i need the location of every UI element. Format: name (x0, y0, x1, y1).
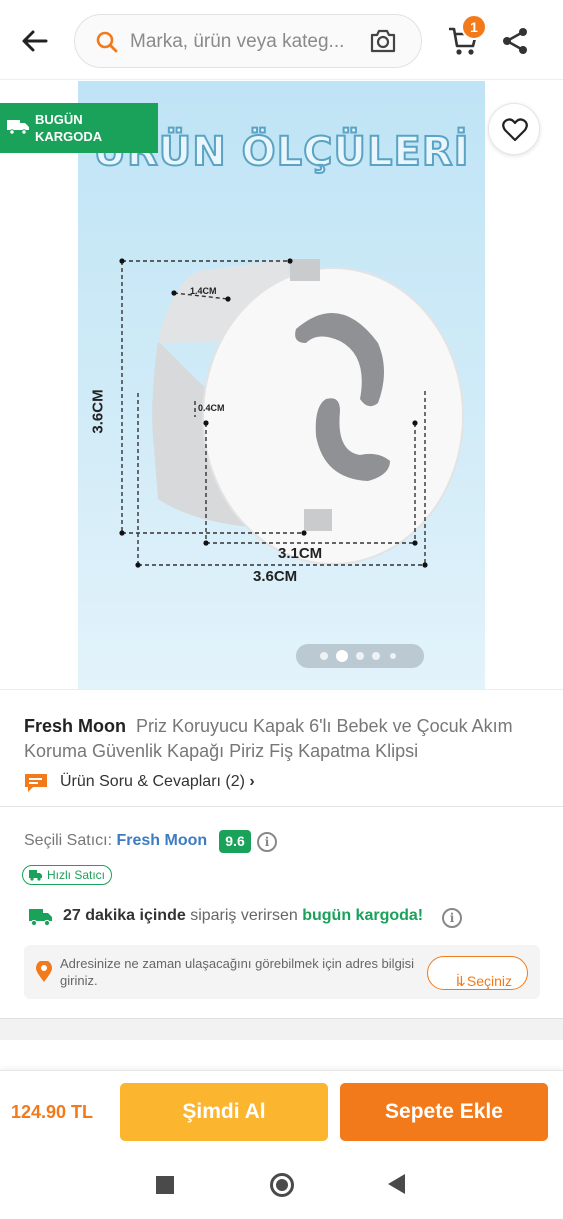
dimension-depth-label: 1.4CM (190, 286, 217, 296)
delivery-info-icon[interactable]: i (442, 908, 462, 928)
recent-apps-icon[interactable] (156, 1176, 174, 1194)
badge-line-1: BUGÜN (35, 112, 83, 127)
search-input[interactable]: Marka, ürün veya kateg... (74, 14, 422, 68)
page-dot[interactable] (356, 652, 364, 660)
product-gallery[interactable]: ÜRÜN ÖLÇÜLERİ 1.4CM 0.4CM 3.6CM 3.1CM 3.… (0, 81, 563, 689)
section-divider (0, 1018, 563, 1040)
seller-name[interactable]: Fresh Moon (116, 832, 207, 849)
fast-seller-label: Hızlı Satıcı (47, 868, 106, 882)
page-dot[interactable] (390, 653, 396, 659)
seller-score-badge: 9.6 (219, 830, 251, 853)
add-to-cart-button[interactable]: Sepete Ekle (340, 1083, 548, 1141)
location-pin-icon (36, 961, 52, 982)
favorite-button[interactable] (488, 103, 540, 155)
delivery-highlight: bugün kargoda! (302, 907, 424, 924)
dimension-inner-width-label: 3.1CM (278, 545, 323, 562)
share-button[interactable] (499, 25, 531, 57)
dimension-slot-label: 0.4CM (198, 403, 225, 413)
same-day-shipping-badge: BUGÜN KARGODA (0, 103, 158, 153)
seller-line: Seçili Satıcı: Fresh Moon (24, 832, 207, 850)
delivery-time: 27 dakika içinde (63, 907, 186, 924)
address-prompt-text: Adresinize ne zaman ulaşacağını görebilm… (60, 956, 415, 988)
camera-icon[interactable] (369, 28, 397, 54)
page-dot[interactable] (372, 652, 380, 660)
product-title: Fresh Moon Priz Koruyucu Kapak 6'lı Bebek… (24, 714, 544, 764)
product-price: 124.90 TL (11, 1102, 94, 1122)
select-city-button[interactable]: İl Seçiniz ⌄ (427, 956, 528, 990)
back-button[interactable] (18, 24, 52, 58)
page-dot-active[interactable] (336, 650, 348, 662)
delivery-middle: sipariş verirsen (190, 907, 298, 924)
badge-line-2: KARGODA (35, 129, 103, 144)
seller-label: Seçili Satıcı: (24, 832, 113, 849)
next-section-peek (0, 1040, 563, 1070)
dimension-outer-width-label: 3.6CM (253, 568, 298, 585)
search-icon (96, 31, 118, 53)
back-arrow-icon (22, 30, 48, 52)
qa-label: Ürün Soru & Cevapları (2) (60, 773, 245, 790)
truck-icon (7, 120, 29, 135)
bottom-action-bar: 124.90 TL Şimdi Al Sepete Ekle (0, 1070, 563, 1152)
seller-section: Seçili Satıcı: Fresh Moon 9.6 i Hızlı Sa… (0, 808, 563, 1018)
fast-seller-badge: Hızlı Satıcı (22, 865, 113, 885)
top-bar: Marka, ürün veya kateg... 1 (0, 0, 563, 80)
chevron-down-icon: ⌄ (456, 973, 468, 989)
gallery-pagination[interactable] (296, 644, 424, 668)
system-back-icon[interactable] (388, 1174, 405, 1194)
share-icon (503, 28, 527, 54)
delivery-truck-icon (29, 909, 52, 927)
buy-now-button[interactable]: Şimdi Al (120, 1083, 328, 1141)
fast-seller-icon (29, 870, 42, 881)
search-placeholder: Marka, ürün veya kateg... (130, 31, 345, 52)
product-image[interactable]: ÜRÜN ÖLÇÜLERİ 1.4CM 0.4CM 3.6CM 3.1CM 3.… (78, 81, 485, 689)
chevron-right-icon: › (249, 773, 255, 790)
product-illustration (119, 258, 464, 568)
chat-icon (25, 774, 47, 792)
heart-icon (502, 118, 528, 142)
home-icon[interactable] (270, 1173, 294, 1197)
cart-count-badge: 1 (461, 14, 487, 40)
product-brand[interactable]: Fresh Moon (24, 716, 126, 736)
product-info: Fresh Moon Priz Koruyucu Kapak 6'lı Bebek… (0, 689, 563, 807)
page-dot[interactable] (320, 652, 328, 660)
seller-info-icon[interactable]: i (257, 832, 277, 852)
dimension-height-label: 3.6CM (89, 389, 107, 434)
system-navigation-bar (0, 1152, 563, 1219)
